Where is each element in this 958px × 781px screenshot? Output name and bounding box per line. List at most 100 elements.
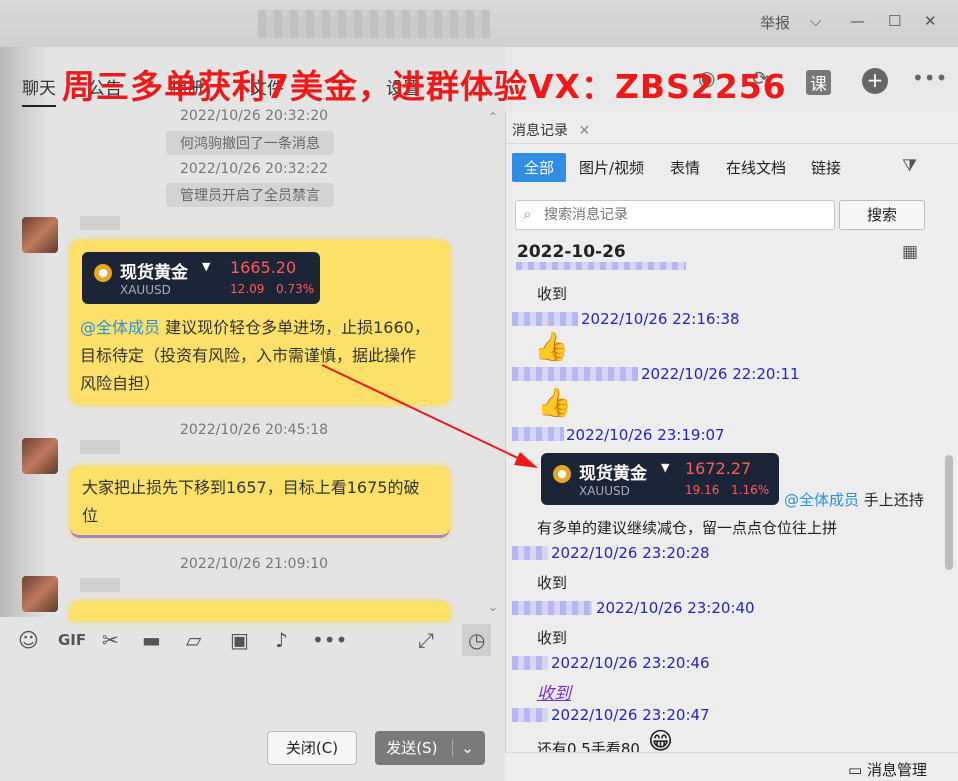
gold-quote-card[interactable]: ● 现货黄金 ▼ XAUUSD 1665.20 12.09 0.73%	[82, 252, 320, 304]
sender-blurred	[512, 546, 548, 560]
avatar[interactable]	[22, 438, 58, 474]
message-bubble[interactable]: ● 现货黄金 ▼ XAUUSD 1665.20 12.09 0.73% @全体成…	[70, 240, 450, 405]
mention-all[interactable]: @全体成员	[80, 318, 160, 337]
report-link[interactable]: 举报	[760, 12, 790, 33]
history-message: 有多单的建议继续减仓，留一点点仓位往上拼	[537, 519, 838, 537]
divider	[505, 143, 958, 144]
bookmark-icon[interactable]: ▱	[186, 628, 201, 652]
close-chat-button[interactable]: 关闭(C)	[267, 731, 357, 765]
filter-all[interactable]: 全部	[512, 153, 567, 182]
sender-blurred	[512, 708, 548, 722]
message-line: 手上还持	[859, 491, 924, 509]
history-message: @全体成员 手上还持	[784, 489, 924, 510]
quote-price: 1665.20	[230, 258, 297, 277]
course-icon[interactable]: 课	[806, 70, 831, 95]
send-label: 发送(S)	[386, 739, 438, 757]
send-options-chevron-icon[interactable]: ⌄	[452, 739, 474, 757]
scissors-icon[interactable]: ✂	[102, 628, 119, 652]
message-manage-label: 消息管理	[866, 761, 927, 779]
filter-settings-icon[interactable]: ⧩	[902, 156, 917, 176]
message-line: 风险自担）	[80, 374, 161, 393]
bell-icon[interactable]: ♪	[275, 628, 288, 652]
history-timestamp: 2022/10/26 23:19:07	[566, 426, 725, 444]
history-scrollbar[interactable]	[945, 455, 953, 570]
caret-down-icon: ▼	[202, 260, 211, 273]
title-bar: 举报 ⌵ — ☐ ✕	[0, 0, 958, 47]
input-toolbar: ☺ GIF ✂ ▬ ▱ ▣ ♪ ••• ⤢ ◷	[0, 620, 505, 664]
filter-media[interactable]: 图片/视频	[579, 157, 644, 178]
message-line: 大家把止损先下移到1657，目标上看1675的破	[82, 478, 420, 497]
grin-sticker[interactable]: 😁	[648, 727, 673, 755]
caret-down-icon: ▼	[661, 461, 670, 474]
collapse-down-icon[interactable]: ⌄	[488, 600, 498, 614]
message-manage-icon: ▭	[848, 761, 863, 779]
history-search-input[interactable]	[544, 201, 824, 229]
history-timestamp: 2022/10/26 23:20:46	[551, 654, 710, 672]
history-clock-icon[interactable]: ◷	[462, 624, 492, 656]
sender-blurred	[512, 312, 578, 326]
gold-quote-card[interactable]: ● 现货黄金 ▼ XAUUSD 1672.27 19.16 1.16%	[541, 453, 779, 505]
history-search-button[interactable]: 搜索	[839, 200, 925, 230]
filter-docs[interactable]: 在线文档	[726, 157, 786, 178]
emoji-icon[interactable]: ☺	[18, 628, 39, 652]
maximize-icon[interactable]: ☐	[888, 12, 901, 30]
history-tab-label: 消息记录	[512, 123, 568, 139]
timestamp: 2022/10/26 20:45:18	[180, 422, 329, 438]
avatar[interactable]	[22, 217, 58, 253]
sender-blurred	[516, 262, 686, 270]
more-icon[interactable]: •••	[912, 66, 947, 90]
quote-change-percent: 0.73%	[276, 282, 315, 296]
message-bubble[interactable]	[70, 601, 450, 621]
more-tools-icon[interactable]: •••	[312, 628, 347, 652]
add-icon[interactable]: +	[862, 68, 888, 94]
close-history-icon[interactable]: ✕	[578, 123, 590, 139]
avatar[interactable]	[22, 576, 58, 612]
send-button[interactable]: 发送(S) ⌄	[375, 731, 485, 765]
mention-all[interactable]: @全体成员	[784, 491, 859, 509]
sender-name-blurred	[80, 440, 120, 454]
message-line: 建议现价轻仓多单进场，止损1660，	[160, 318, 430, 337]
close-icon[interactable]: ✕	[924, 12, 937, 30]
history-timestamp: 2022/10/26 23:20:47	[551, 706, 710, 724]
history-message-link[interactable]: 收到	[537, 679, 571, 704]
history-search-box[interactable]: ⌕	[515, 200, 835, 230]
thumbs-up-sticker[interactable]: 👍	[534, 330, 569, 363]
quote-symbol: XAUUSD	[120, 283, 171, 297]
quote-change: 12.09	[230, 282, 265, 296]
history-timestamp: 2022/10/26 22:16:38	[581, 310, 740, 328]
overlay-banner-text: 周三多单获利7美金，进群体验VX：ZBS2256	[62, 67, 787, 106]
gold-coin-icon: ●	[94, 264, 112, 282]
history-message: 收到	[537, 285, 568, 303]
message-bubble[interactable]: 大家把止损先下移到1657，目标上看1675的破 位	[70, 466, 450, 538]
background-decoration	[0, 47, 48, 617]
quote-symbol: XAUUSD	[579, 484, 630, 498]
collapse-up-icon[interactable]: ⌃	[488, 110, 498, 124]
folder-icon[interactable]: ▬	[142, 628, 161, 652]
history-message: 收到	[537, 574, 568, 592]
message-manage-button[interactable]: ▭ 消息管理	[848, 759, 927, 780]
image-icon[interactable]: ▣	[230, 628, 249, 652]
history-tab[interactable]: 消息记录 ✕	[512, 120, 590, 140]
history-timestamp: 2022/10/26 23:20:40	[596, 599, 755, 617]
quote-change: 19.16	[685, 483, 720, 497]
system-message: 何鸿驹撤回了一条消息	[166, 131, 334, 155]
timestamp: 2022/10/26 20:32:22	[180, 161, 329, 177]
gold-coin-icon: ●	[553, 465, 571, 483]
message-text: @全体成员 建议现价轻仓多单进场，止损1660， 目标待定（投资有风险，入市需谨…	[80, 314, 430, 398]
quote-name: 现货黄金	[579, 464, 647, 484]
tab-chat[interactable]: 聊天	[22, 74, 56, 107]
message-line: 目标待定（投资有风险，入市需谨慎，据此操作	[80, 346, 417, 365]
sender-blurred	[512, 601, 592, 615]
chevron-down-icon[interactable]: ⌵	[810, 12, 821, 30]
history-timestamp: 2022/10/26 22:20:11	[641, 365, 800, 383]
quote-price: 1672.27	[685, 459, 752, 478]
timestamp: 2022/10/26 21:09:10	[180, 556, 329, 572]
minimize-icon[interactable]: —	[850, 12, 865, 30]
thumbs-up-sticker[interactable]: 👍	[537, 386, 572, 419]
filter-links[interactable]: 链接	[811, 157, 841, 178]
filter-stickers[interactable]: 表情	[670, 157, 700, 178]
expand-icon[interactable]: ⤢	[418, 628, 434, 652]
search-icon: ⌕	[523, 205, 532, 223]
calendar-icon[interactable]: ▦	[902, 242, 918, 262]
gif-icon[interactable]: GIF	[58, 631, 86, 649]
